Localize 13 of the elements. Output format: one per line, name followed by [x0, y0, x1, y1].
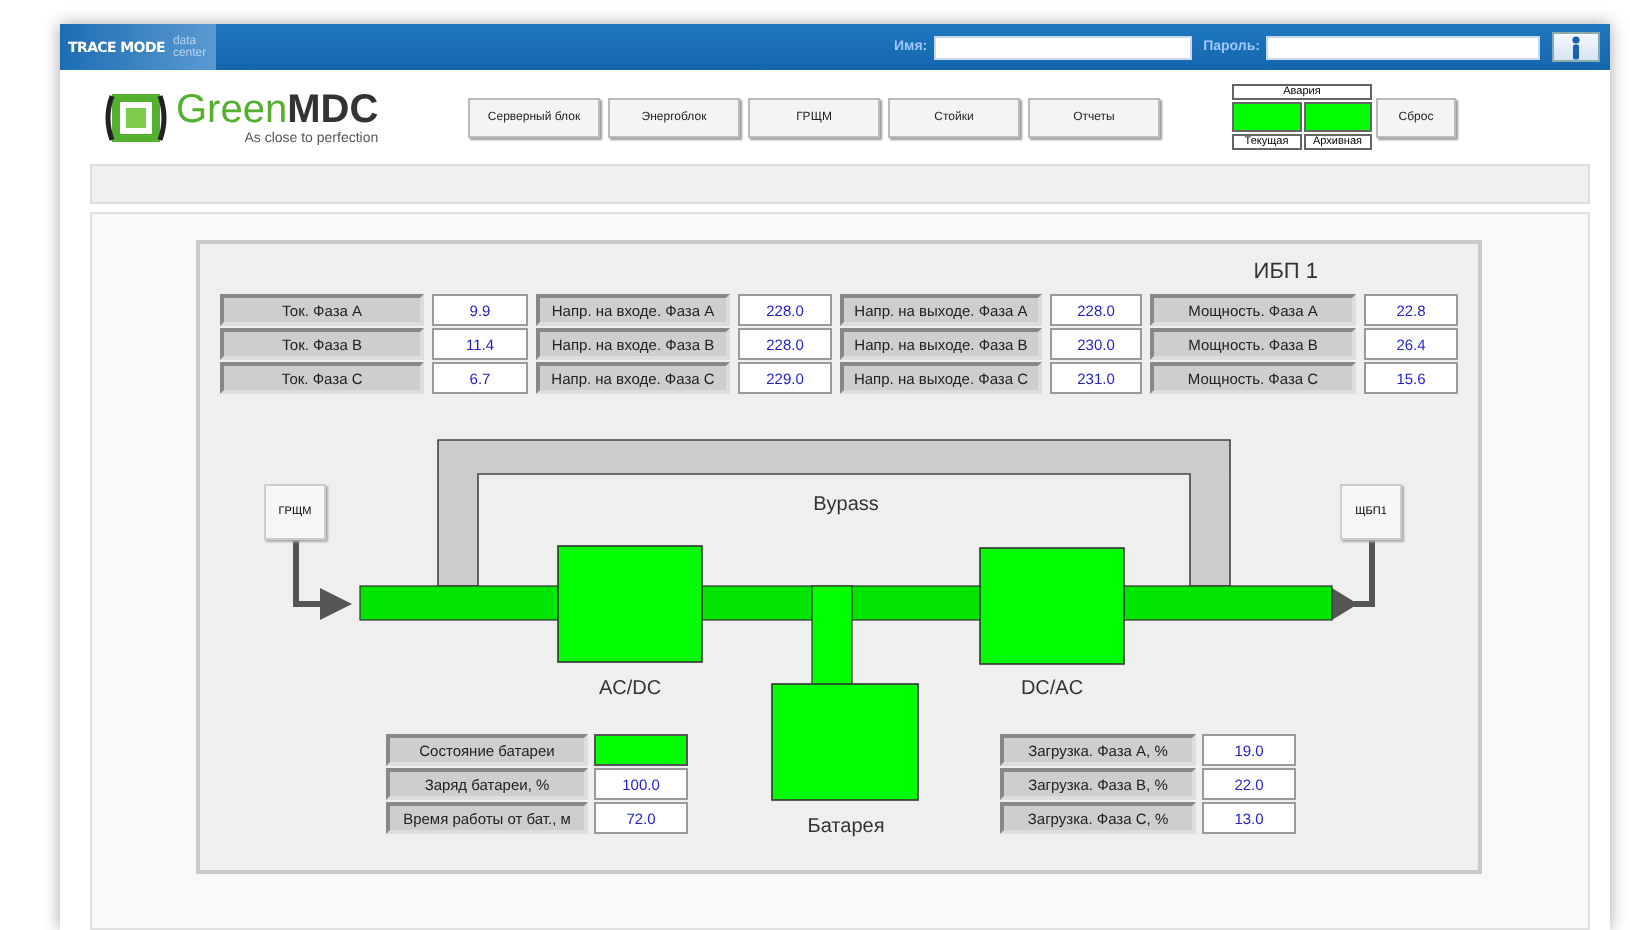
output-arrow	[1332, 540, 1375, 620]
rectifier-label: AC/DC	[598, 678, 662, 700]
battery-connector	[811, 585, 853, 687]
input-arrow	[293, 540, 352, 620]
battery-label: Батарея	[807, 816, 885, 838]
bypass-label: Bypass	[813, 494, 879, 516]
logo-icon	[104, 89, 168, 145]
login-button[interactable]	[1552, 32, 1600, 62]
password-field[interactable]	[1266, 35, 1540, 59]
name-field[interactable]	[933, 35, 1192, 59]
brand-name: GreenMDC	[176, 89, 379, 131]
panel-title: ИБП 1	[1253, 260, 1318, 288]
inverter-label: DC/AC	[1020, 678, 1084, 700]
